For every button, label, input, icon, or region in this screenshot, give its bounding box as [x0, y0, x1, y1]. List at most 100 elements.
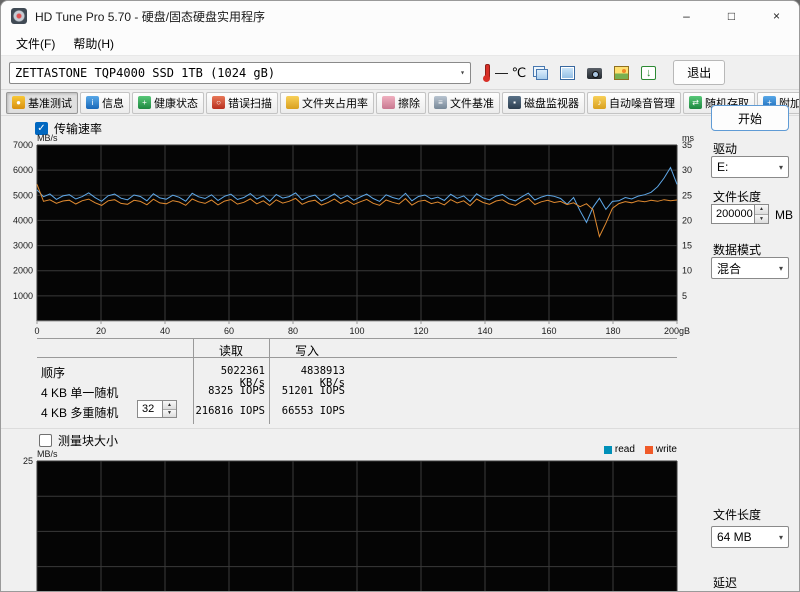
tab-erase[interactable]: 擦除 — [376, 91, 426, 114]
image-icon — [614, 65, 630, 80]
queue-depth-value: 32 — [142, 403, 155, 415]
close-icon[interactable]: × — [754, 1, 799, 31]
tabbar: ● 基准测试 i 信息 + 健康状态 ○ 错误扫描 文件夹占用率 擦除 ≡ 文件基准 ▪ 磁… — [1, 90, 799, 116]
section-divider — [1, 428, 799, 429]
drive-letter-select[interactable]: E: ▾ — [711, 156, 789, 178]
tab-label: 健康状态 — [154, 97, 198, 110]
svg-text:160: 160 — [541, 326, 556, 336]
window-controls: – □ × — [664, 1, 799, 31]
tab-label: 基准测试 — [28, 97, 72, 110]
svg-text:120: 120 — [413, 326, 428, 336]
benchmark-icon: ● — [12, 96, 25, 109]
copy-add-button[interactable] — [555, 60, 580, 85]
transfer-rate-chart: 1000200030004000500060007000510152025303… — [13, 133, 695, 336]
block-size-chart: 25 MB/s — [23, 449, 678, 591]
svg-text:MB/s: MB/s — [37, 133, 58, 143]
app-icon — [11, 8, 27, 24]
file-length-value: 200000 — [716, 208, 753, 220]
svg-text:100: 100 — [349, 326, 364, 336]
random-access-icon: ⇄ — [689, 96, 702, 109]
file-benchmark-icon: ≡ — [434, 96, 447, 109]
tab-label: 文件基准 — [450, 97, 494, 110]
svg-text:7000: 7000 — [13, 140, 33, 150]
app-window: HD Tune Pro 5.70 - 硬盘/固态硬盘实用程序 – □ × 文件(… — [0, 0, 800, 592]
camera-button[interactable] — [582, 60, 607, 85]
folder-usage-icon — [286, 96, 299, 109]
window-title: HD Tune Pro 5.70 - 硬盘/固态硬盘实用程序 — [35, 9, 266, 24]
image-button[interactable] — [609, 60, 634, 85]
spin-down-icon[interactable]: ▼ — [163, 409, 176, 417]
health-icon: + — [138, 96, 151, 109]
tab-benchmark[interactable]: ● 基准测试 — [6, 91, 78, 114]
camera-icon — [587, 68, 603, 79]
delay-label: 延迟 — [713, 576, 738, 590]
tab-label: 文件夹占用率 — [302, 97, 368, 110]
svg-text:2000: 2000 — [13, 266, 33, 276]
file-length-unit: MB — [775, 208, 793, 222]
tab-label: 自动噪音管理 — [609, 97, 675, 110]
error-scan-icon: ○ — [212, 96, 225, 109]
results-table: 读取 写入 顺序 5022361 KB/s 4838913 KB/s 4 KB … — [37, 338, 677, 424]
svg-text:20: 20 — [682, 215, 692, 225]
svg-text:30: 30 — [682, 165, 692, 175]
chevron-down-icon: ▾ — [778, 532, 783, 542]
menu-help[interactable]: 帮助(H) — [64, 32, 123, 55]
exit-button[interactable]: 退出 — [673, 60, 726, 85]
tab-error-scan[interactable]: ○ 错误扫描 — [206, 91, 278, 114]
data-mode-select[interactable]: 混合 ▾ — [711, 257, 789, 279]
tab-info[interactable]: i 信息 — [80, 91, 130, 114]
block-file-length-value: 64 MB — [717, 530, 752, 544]
drive-selector[interactable]: ZETTASTONE TQP4000 SSD 1TB (1024 gB) ▾ — [9, 61, 471, 84]
svg-text:6000: 6000 — [13, 165, 33, 175]
minimize-icon[interactable]: – — [664, 1, 709, 31]
info-icon: i — [86, 96, 99, 109]
file-length-spin-buttons: ▲ ▼ — [755, 204, 769, 224]
spin-up-icon[interactable]: ▲ — [163, 401, 176, 410]
maximize-icon[interactable]: □ — [709, 1, 754, 31]
svg-text:25: 25 — [23, 456, 33, 466]
tab-folder-usage[interactable]: 文件夹占用率 — [280, 91, 374, 114]
block-size-checkbox[interactable] — [39, 434, 52, 447]
spin-down-icon[interactable]: ▼ — [755, 214, 768, 223]
svg-text:4000: 4000 — [13, 215, 33, 225]
svg-text:25: 25 — [682, 190, 692, 200]
write-column-header: 写入 — [294, 344, 319, 358]
row-label-4k-single: 4 KB 单一随机 — [41, 386, 119, 400]
file-length-spinner[interactable]: 200000 ▲ ▼ — [711, 204, 769, 224]
copy-pages-button[interactable] — [528, 60, 553, 85]
tab-aam[interactable]: ♪ 自动噪音管理 — [587, 91, 681, 114]
svg-text:200gB: 200gB — [664, 326, 690, 336]
save-image-button[interactable]: ↓ — [636, 60, 661, 85]
menubar: 文件(F) 帮助(H) — [1, 31, 799, 56]
start-button[interactable]: 开始 — [711, 105, 789, 131]
spin-up-icon[interactable]: ▲ — [755, 205, 768, 215]
chevron-down-icon: ▾ — [778, 263, 783, 273]
4k-single-write-value: 51201 IOPS — [281, 385, 345, 397]
4k-multi-read-value: 216816 IOPS — [195, 405, 265, 417]
svg-text:1000: 1000 — [13, 291, 33, 301]
svg-text:ms: ms — [682, 133, 694, 143]
svg-text:60: 60 — [224, 326, 234, 336]
queue-depth-spin-buttons: ▲ ▼ — [163, 400, 177, 418]
block-file-length-select[interactable]: 64 MB ▾ — [711, 526, 789, 548]
table-header-divider — [37, 357, 677, 358]
file-length-label: 文件长度 — [713, 190, 762, 204]
tab-file-benchmark[interactable]: ≡ 文件基准 — [428, 91, 500, 114]
svg-text:140: 140 — [477, 326, 492, 336]
tab-label: 磁盘监视器 — [524, 97, 579, 110]
copy-add-icon — [560, 65, 576, 80]
tab-label: 信息 — [102, 97, 124, 110]
data-mode-label: 数据模式 — [713, 243, 762, 257]
svg-text:180: 180 — [605, 326, 620, 336]
drive-letter-value: E: — [717, 160, 729, 174]
tab-disk-monitor[interactable]: ▪ 磁盘监视器 — [502, 91, 585, 114]
read-column-header: 读取 — [218, 344, 243, 358]
svg-text:20: 20 — [96, 326, 106, 336]
drive-selector-value: ZETTASTONE TQP4000 SSD 1TB (1024 gB) — [15, 65, 276, 80]
tab-health[interactable]: + 健康状态 — [132, 91, 204, 114]
menu-file[interactable]: 文件(F) — [7, 32, 64, 55]
toolbar: ZETTASTONE TQP4000 SSD 1TB (1024 gB) ▾ —… — [1, 56, 799, 90]
tab-label: 错误扫描 — [228, 97, 272, 110]
queue-depth-spinner[interactable]: 32 ▲ ▼ — [137, 400, 177, 418]
chevron-down-icon: ▾ — [778, 162, 783, 172]
